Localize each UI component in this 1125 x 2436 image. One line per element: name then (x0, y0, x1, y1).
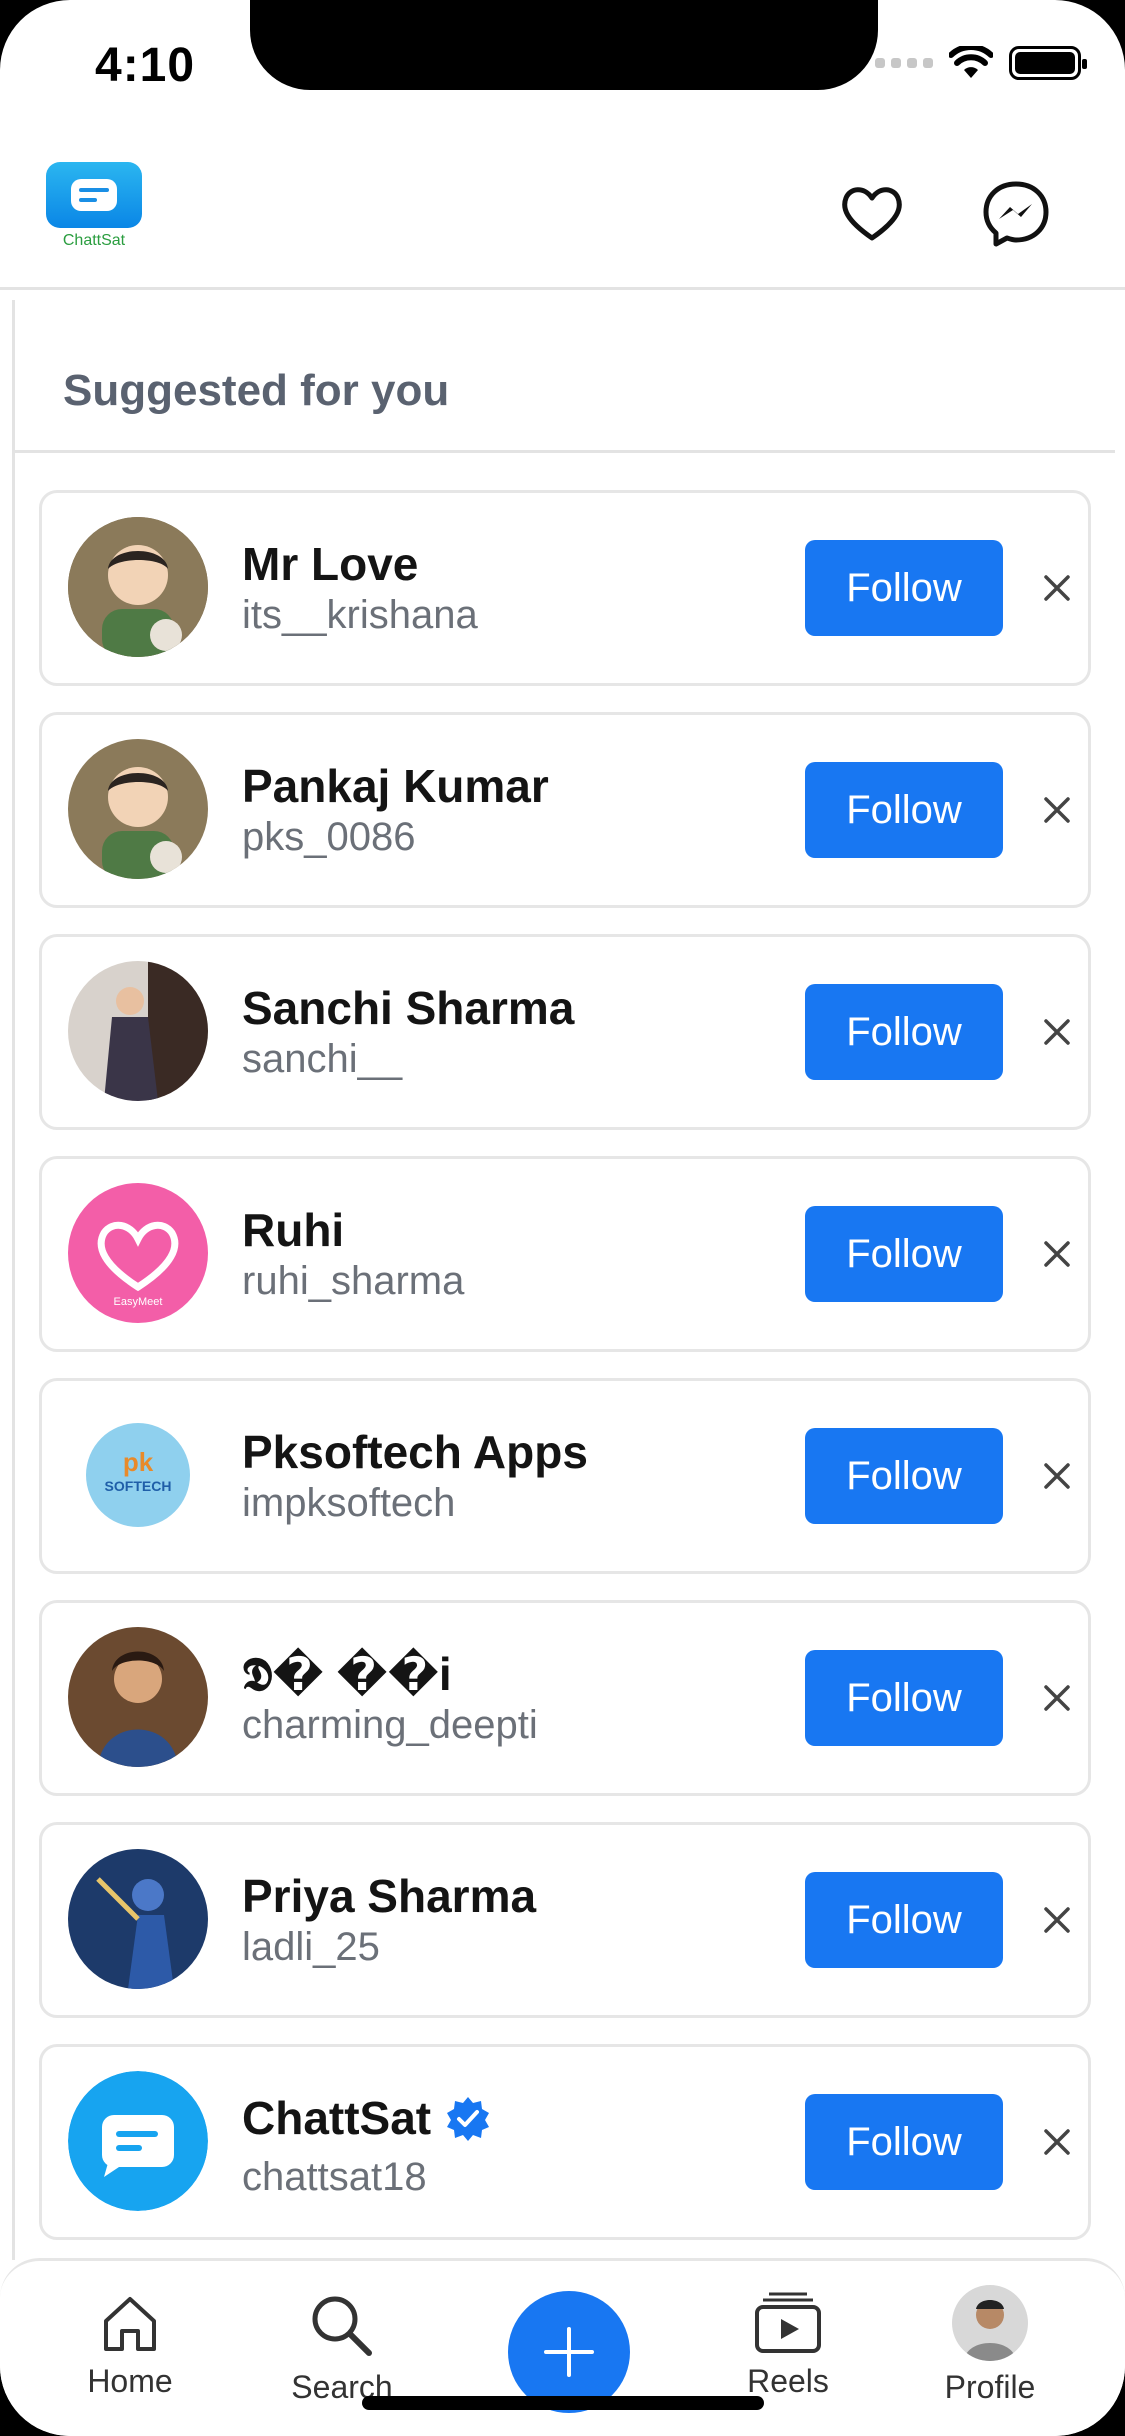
chat-bubble-icon (46, 162, 142, 228)
dismiss-icon[interactable] (1032, 1229, 1082, 1279)
home-icon (104, 2297, 156, 2351)
home-indicator (362, 2396, 764, 2410)
dismiss-icon[interactable] (1032, 1451, 1082, 1501)
tab-profile[interactable]: Profile (910, 2285, 1070, 2415)
avatar[interactable] (68, 1849, 208, 1989)
search-icon (312, 2296, 372, 2356)
status-time: 4:10 (95, 39, 196, 92)
suggestion-handle: its__krishana (242, 593, 478, 637)
top-header: ChattSat (0, 140, 1125, 290)
softech-label: SOFTECH (105, 1478, 172, 1494)
follow-button[interactable]: Follow (805, 2094, 1003, 2190)
heart-icon[interactable] (836, 178, 908, 250)
follow-button[interactable]: Follow (805, 1872, 1003, 1968)
avatar[interactable] (68, 961, 208, 1101)
avatar[interactable]: pk SOFTECH (68, 1405, 208, 1545)
suggestion-card[interactable]: Priya Sharma ladli_25 Follow (39, 1822, 1091, 2018)
section-title: Suggested for you (63, 366, 450, 415)
suggestion-card[interactable]: pk SOFTECH Pksoftech Apps impksoftech Fol… (39, 1378, 1091, 1574)
battery-icon (1009, 46, 1087, 80)
suggestion-name[interactable]: ChattSat (242, 2091, 491, 2145)
avatar[interactable] (68, 1627, 208, 1767)
wifi-icon (949, 46, 993, 78)
suggestion-handle: ruhi_sharma (242, 1259, 465, 1303)
messenger-icon[interactable] (980, 178, 1052, 250)
dismiss-icon[interactable] (1032, 1673, 1082, 1723)
pk-label: pk (123, 1447, 154, 1477)
reels-icon (755, 2292, 821, 2353)
suggestion-card[interactable]: EasyMeet Ruhi ruhi_sharma Follow (39, 1156, 1091, 1352)
status-icons (875, 46, 1087, 80)
avatar[interactable] (68, 739, 208, 879)
suggestion-name[interactable]: Sanchi Sharma (242, 981, 574, 1035)
follow-button[interactable]: Follow (805, 1206, 1003, 1302)
follow-button[interactable]: Follow (805, 1428, 1003, 1524)
follow-button[interactable]: Follow (805, 1650, 1003, 1746)
plus-icon (544, 2327, 594, 2377)
suggestion-handle: charming_deepti (242, 1703, 538, 1747)
dismiss-icon[interactable] (1032, 1895, 1082, 1945)
easymeet-label: EasyMeet (114, 1296, 163, 1308)
suggestion-handle: impksoftech (242, 1481, 456, 1525)
dismiss-icon[interactable] (1032, 2117, 1082, 2167)
suggestion-name[interactable]: Ruhi (242, 1203, 344, 1257)
tab-label: Reels (747, 2363, 829, 2399)
suggestion-card[interactable]: Mr Love its__krishana Follow (39, 490, 1091, 686)
divider (15, 450, 1115, 453)
suggestion-handle: chattsat18 (242, 2155, 427, 2199)
suggestion-handle: sanchi__ (242, 1037, 403, 1081)
verified-badge-icon (447, 2097, 490, 2141)
avatar[interactable] (68, 517, 208, 657)
create-post-button[interactable] (508, 2291, 630, 2413)
tab-home[interactable]: Home (50, 2291, 210, 2421)
follow-button[interactable]: Follow (805, 984, 1003, 1080)
tab-label: Profile (944, 2369, 1036, 2405)
follow-button[interactable]: Follow (805, 762, 1003, 858)
suggestion-name[interactable]: Pankaj Kumar (242, 759, 549, 813)
suggestion-handle: ladli_25 (242, 1925, 380, 1969)
device-notch (250, 0, 878, 90)
cellular-signal-icon (875, 58, 933, 68)
phone-screen: 4:10 ChattSat Suggested for you Mr Love … (0, 0, 1125, 2436)
tab-label: Home (87, 2363, 173, 2399)
dismiss-icon[interactable] (1032, 785, 1082, 835)
avatar[interactable]: EasyMeet (68, 1183, 208, 1323)
follow-button[interactable]: Follow (805, 540, 1003, 636)
dismiss-icon[interactable] (1032, 563, 1082, 613)
profile-avatar (952, 2285, 1028, 2361)
suggestion-card[interactable]: Pankaj Kumar pks_0086 Follow (39, 712, 1091, 908)
suggestion-card[interactable]: ChattSat chattsat18 Follow (39, 2044, 1091, 2240)
suggestion-card[interactable]: Sanchi Sharma sanchi__ Follow (39, 934, 1091, 1130)
brand-name: ChattSat (62, 232, 126, 249)
dismiss-icon[interactable] (1032, 1007, 1082, 1057)
suggestions-panel: Suggested for you Mr Love its__krishana … (12, 300, 1115, 2260)
suggestion-name[interactable]: Mr Love (242, 537, 418, 591)
app-logo[interactable]: ChattSat (46, 162, 146, 252)
suggestion-name[interactable]: Pksoftech Apps (242, 1425, 588, 1479)
suggestion-name[interactable]: Priya Sharma (242, 1869, 536, 1923)
suggestion-name[interactable]: 𝕯� ��i (242, 1647, 452, 1703)
suggestion-name-text: ChattSat (242, 2092, 432, 2144)
avatar[interactable] (68, 2071, 208, 2211)
suggestion-handle: pks_0086 (242, 815, 416, 859)
suggestion-card[interactable]: 𝕯� ��i charming_deepti Follow (39, 1600, 1091, 1796)
